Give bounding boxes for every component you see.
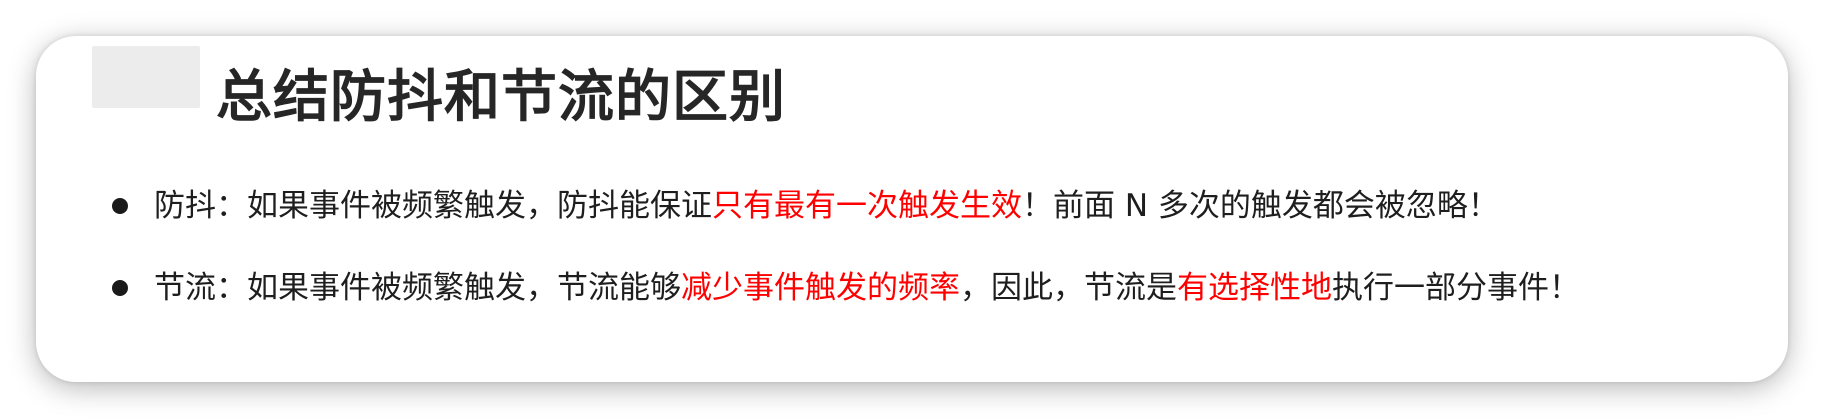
throttle-text-3: 执行一部分事件！ [1332, 270, 1580, 306]
summary-card: 总结防抖和节流的区别 防抖：如果事件被频繁触发，防抖能保证只有最有一次触发生效！… [36, 36, 1788, 382]
list-item-debounce: 防抖：如果事件被频繁触发，防抖能保证只有最有一次触发生效！前面 N 多次的触发都… [112, 184, 1580, 228]
bullet-list: 防抖：如果事件被频繁触发，防抖能保证只有最有一次触发生效！前面 N 多次的触发都… [112, 184, 1580, 348]
throttle-highlight-2: 有选择性地 [1177, 270, 1332, 306]
section-heading: 总结防抖和节流的区别 [216, 65, 786, 130]
throttle-text-1: 节流：如果事件被频繁触发，节流能够 [154, 270, 681, 306]
throttle-highlight-1: 减少事件触发的频率 [681, 270, 960, 306]
debounce-highlight: 只有最有一次触发生效 [712, 188, 1022, 224]
redacted-section-number [92, 46, 200, 108]
bullet-icon [112, 280, 128, 296]
list-item-throttle: 节流：如果事件被频繁触发，节流能够减少事件触发的频率，因此，节流是有选择性地执行… [112, 266, 1580, 310]
bullet-icon [112, 198, 128, 214]
throttle-text-2: ，因此，节流是 [960, 270, 1177, 306]
debounce-text-1: 防抖：如果事件被频繁触发，防抖能保证 [154, 188, 712, 224]
debounce-text-2: ！前面 N 多次的触发都会被忽略！ [1022, 188, 1499, 224]
